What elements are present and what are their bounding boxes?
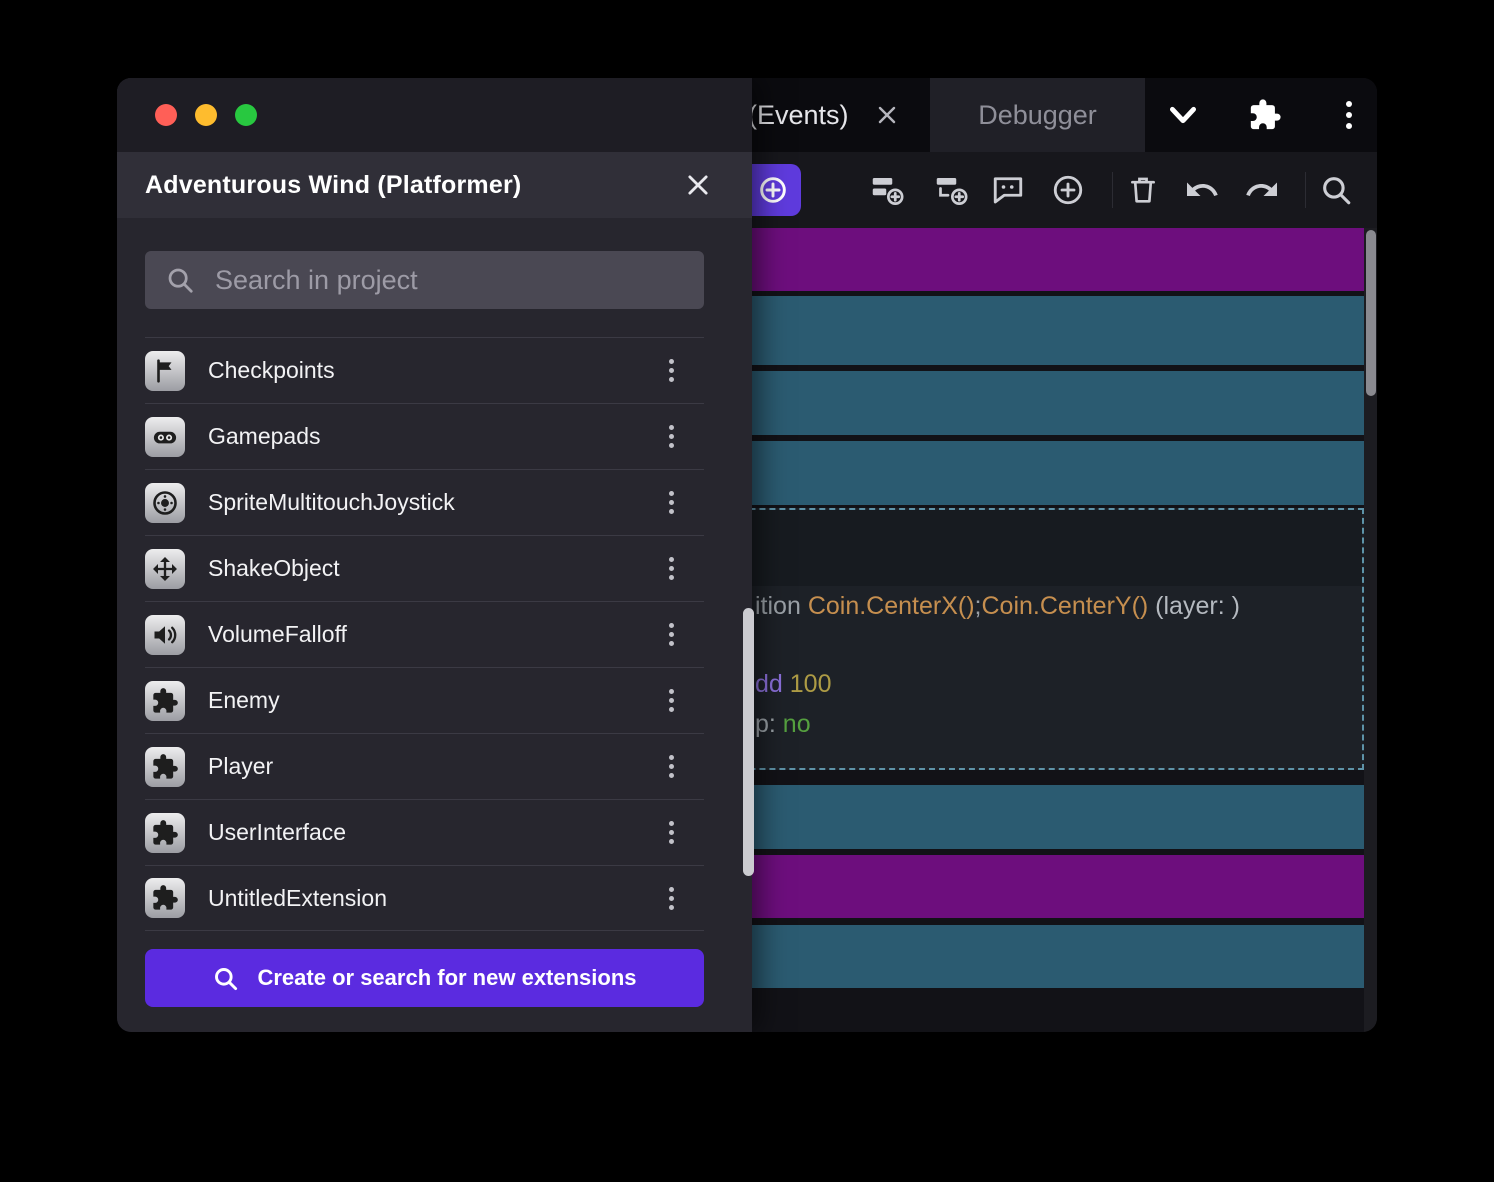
close-tab-icon[interactable]	[875, 103, 899, 127]
gdevelop-window: (Events) Debugger	[117, 78, 1377, 1032]
dialog-title: Adventurous Wind (Platformer)	[145, 171, 521, 200]
add-other-button[interactable]	[1048, 170, 1088, 210]
code-fragment: dd	[755, 670, 790, 698]
item-menu-icon[interactable]	[663, 815, 680, 850]
create-extension-label: Create or search for new extensions	[257, 965, 636, 991]
item-menu-icon[interactable]	[663, 881, 680, 916]
list-item-gamepads[interactable]: Gamepads	[145, 403, 704, 469]
search-icon	[165, 265, 195, 295]
item-label: Gamepads	[208, 423, 321, 450]
add-sub-event-button[interactable]	[867, 170, 907, 210]
tab-events-label: (Events)	[748, 100, 849, 131]
item-label: SpriteMultitouchJoystick	[208, 489, 455, 516]
tab-events[interactable]: (Events)	[748, 78, 899, 152]
item-label: VolumeFalloff	[208, 621, 347, 648]
item-menu-icon[interactable]	[663, 749, 680, 784]
item-menu-icon[interactable]	[663, 485, 680, 520]
create-extension-button[interactable]: Create or search for new extensions	[145, 949, 704, 1007]
item-menu-icon[interactable]	[663, 551, 680, 586]
list-item-spritemultitouchjoystick[interactable]: SpriteMultitouchJoystick	[145, 469, 704, 535]
item-label: UntitledExtension	[208, 885, 387, 912]
search-icon	[212, 965, 239, 992]
list-item-enemy[interactable]: Enemy	[145, 667, 704, 733]
minimize-window-button[interactable]	[195, 104, 217, 126]
project-manager-dialog: Adventurous Wind (Platformer) Checkpoint…	[117, 78, 752, 1032]
item-menu-icon[interactable]	[663, 617, 680, 652]
list-item-untitledextension[interactable]: UntitledExtension	[145, 865, 704, 931]
move-arrows-icon	[145, 549, 185, 589]
redo-button[interactable]	[1242, 170, 1282, 210]
list-item-userinterface[interactable]: UserInterface	[145, 799, 704, 865]
undo-button[interactable]	[1182, 170, 1222, 210]
toolbar-divider	[1112, 172, 1113, 208]
code-fragment: (layer: )	[1148, 592, 1240, 620]
item-menu-icon[interactable]	[663, 353, 680, 388]
tab-debugger[interactable]: Debugger	[930, 78, 1145, 152]
item-label: UserInterface	[208, 819, 346, 846]
code-value: no	[783, 710, 811, 738]
gamepad-icon	[145, 417, 185, 457]
code-fragment: ition	[755, 592, 808, 620]
flag-icon	[145, 351, 185, 391]
speaker-icon	[145, 615, 185, 655]
events-scrollbar-thumb[interactable]	[1366, 230, 1376, 396]
events-scrollbar[interactable]	[1364, 228, 1377, 1032]
item-label: Player	[208, 753, 273, 780]
code-expression: Coin.CenterY()	[982, 592, 1149, 620]
puzzle-icon	[145, 681, 185, 721]
item-label: Enemy	[208, 687, 280, 714]
event-action-text: dd 100	[755, 670, 831, 699]
code-expression: Coin.CenterX()	[808, 592, 975, 620]
close-dialog-icon[interactable]	[684, 171, 712, 199]
joystick-icon	[145, 483, 185, 523]
search-field[interactable]	[145, 251, 704, 309]
item-menu-icon[interactable]	[663, 683, 680, 718]
desktop: (Events) Debugger	[0, 0, 1494, 1182]
add-comment-button[interactable]	[988, 170, 1028, 210]
delete-button[interactable]	[1123, 170, 1163, 210]
project-items-list: Checkpoints Gamepads SpriteMultitouchJoy…	[145, 337, 704, 931]
list-item-shakeobject[interactable]: ShakeObject	[145, 535, 704, 601]
event-action-text: p: no	[755, 710, 811, 739]
toolbar-divider	[1305, 172, 1306, 208]
list-item-volumefalloff[interactable]: VolumeFalloff	[145, 601, 704, 667]
code-fragment: p:	[755, 710, 783, 738]
chevron-down-icon[interactable]	[1163, 95, 1203, 135]
item-label: Checkpoints	[208, 357, 335, 384]
item-menu-icon[interactable]	[663, 419, 680, 454]
search-input[interactable]	[213, 264, 704, 297]
puzzle-icon	[145, 813, 185, 853]
zoom-window-button[interactable]	[235, 104, 257, 126]
dialog-scrollbar-thumb[interactable]	[743, 608, 754, 876]
list-item-player[interactable]: Player	[145, 733, 704, 799]
close-window-button[interactable]	[155, 104, 177, 126]
list-item-checkpoints[interactable]: Checkpoints	[145, 337, 704, 403]
puzzle-icon	[145, 878, 185, 918]
code-value: 100	[790, 670, 832, 698]
window-titlebar	[117, 78, 752, 152]
event-action-text: ition Coin.CenterX();Coin.CenterY() (lay…	[755, 592, 1240, 621]
puzzle-icon	[145, 747, 185, 787]
code-fragment: ;	[975, 592, 982, 620]
dialog-header: Adventurous Wind (Platformer)	[117, 152, 752, 218]
item-label: ShakeObject	[208, 555, 340, 582]
tab-debugger-label: Debugger	[978, 100, 1097, 131]
search-events-button[interactable]	[1316, 170, 1356, 210]
more-options-icon[interactable]	[1329, 95, 1369, 135]
extensions-puzzle-icon[interactable]	[1245, 95, 1285, 135]
add-event-alt-button[interactable]	[931, 170, 971, 210]
